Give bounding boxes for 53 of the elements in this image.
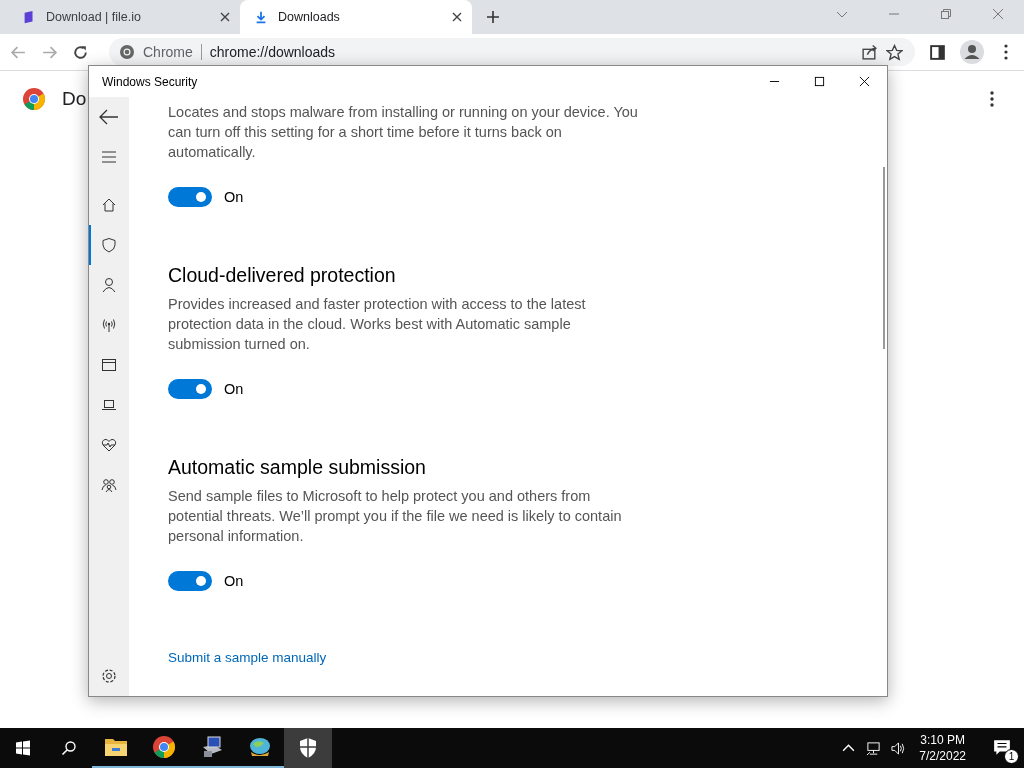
shield-icon: [101, 237, 117, 253]
chrome-icon: [119, 44, 135, 60]
laptop-icon: [101, 397, 117, 413]
heart-icon: [101, 437, 117, 453]
family-icon: [101, 477, 117, 493]
submit-sample-link[interactable]: Submit a sample manually: [168, 650, 327, 665]
notification-icon[interactable]: [993, 739, 1011, 757]
globe-icon: [248, 735, 272, 759]
chrome-logo-icon: [22, 87, 46, 111]
start-icon[interactable]: [15, 740, 31, 756]
section-description: Locates and stops malware from installing or running on your device. You can turn off this setting for a short time before it turns back on automatically.: [168, 103, 639, 162]
toggle-label: On: [224, 381, 244, 397]
search-icon[interactable]: [61, 740, 77, 756]
new-tab-icon[interactable]: [486, 10, 500, 24]
side-panel-icon[interactable]: [929, 43, 946, 61]
section-description: Provides increased and faster protection with access to the latest protection data in the cloud. Works best with Automatic sample submission turned on.: [168, 295, 587, 354]
notification-badge: 1: [1004, 749, 1019, 764]
clock[interactable]: 3:10 PM 7/2/2022: [919, 732, 966, 764]
network-icon[interactable]: [866, 740, 882, 756]
section-title: Cloud-delivered protection: [168, 264, 397, 287]
page-heading: Do: [62, 88, 87, 110]
close-icon[interactable]: [859, 76, 870, 87]
menu-icon[interactable]: [990, 91, 994, 107]
close-icon[interactable]: [452, 12, 462, 22]
close-icon[interactable]: [220, 12, 230, 22]
address-bar[interactable]: Chrome chrome://downloads: [109, 38, 915, 66]
download-icon: [254, 10, 268, 24]
section-title: Automatic sample submission: [168, 456, 427, 479]
toggle-label: On: [224, 189, 244, 205]
home-icon: [101, 197, 117, 213]
taskbar-app[interactable]: [284, 728, 332, 768]
wireless-icon: [101, 317, 117, 333]
maximize-icon[interactable]: [814, 76, 825, 87]
window-title: Windows Security: [102, 74, 198, 89]
restore-icon[interactable]: [940, 8, 952, 20]
browser-window-icon: [101, 357, 117, 373]
section-description: Send sample files to Microsoft to help protect you and others from potential threats. We’ll prompt you if the file we need is likely to contain personal information.: [168, 487, 623, 546]
menu-icon[interactable]: [1004, 44, 1008, 60]
scrollbar[interactable]: [883, 167, 885, 349]
toggle-switch[interactable]: [168, 379, 212, 399]
browser-tab[interactable]: Download | file.io: [8, 0, 240, 34]
file-icon: [22, 10, 36, 24]
person-icon: [101, 277, 117, 293]
profile-icon[interactable]: [960, 40, 984, 64]
toggle-label: On: [224, 573, 244, 589]
toggle-switch[interactable]: [168, 187, 212, 207]
browser-tab[interactable]: Downloads: [240, 0, 472, 34]
star-icon[interactable]: [886, 43, 903, 61]
chrome-icon: [152, 735, 176, 759]
toggle-switch[interactable]: [168, 571, 212, 591]
share-icon[interactable]: [861, 43, 878, 61]
volume-icon[interactable]: [891, 740, 907, 756]
reload-icon[interactable]: [72, 43, 89, 61]
